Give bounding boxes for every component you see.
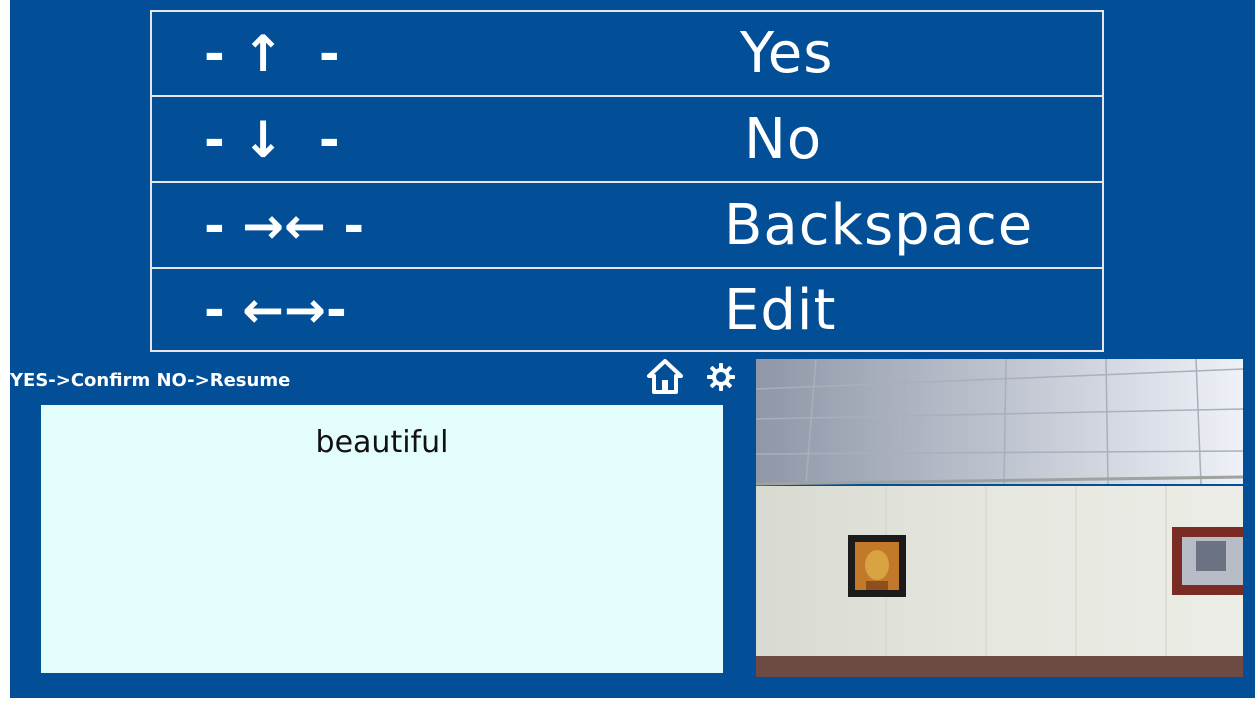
home-icon[interactable] bbox=[646, 358, 684, 396]
hint-text: YES->Confirm NO->Resume bbox=[10, 370, 291, 391]
command-row-yes: - ↑ - Yes bbox=[152, 12, 1102, 97]
gesture-up-arrows: - ↑ - bbox=[204, 24, 340, 83]
gesture-command-table: - ↑ - Yes - ↓ - No - →← - Backspace - ←→… bbox=[150, 10, 1104, 352]
gesture-diverge-arrows: - ←→- bbox=[204, 281, 347, 339]
command-label-no: No bbox=[744, 107, 823, 172]
gear-icon[interactable] bbox=[706, 362, 736, 392]
command-row-backspace: - →← - Backspace bbox=[152, 184, 1102, 269]
output-text: beautiful bbox=[315, 425, 449, 460]
app-window: - ↑ - Yes - ↓ - No - →← - Backspace - ←→… bbox=[10, 0, 1255, 698]
command-row-no: - ↓ - No bbox=[152, 98, 1102, 183]
gesture-converge-arrows: - →← - bbox=[204, 196, 365, 255]
command-label-backspace: Backspace bbox=[724, 193, 1034, 258]
command-label-edit: Edit bbox=[724, 277, 837, 343]
command-row-edit: - ←→- Edit bbox=[152, 270, 1102, 350]
gesture-down-arrows: - ↓ - bbox=[204, 110, 340, 169]
text-output-panel: beautiful bbox=[41, 405, 723, 673]
command-label-yes: Yes bbox=[740, 21, 834, 86]
camera-feed bbox=[756, 359, 1243, 677]
